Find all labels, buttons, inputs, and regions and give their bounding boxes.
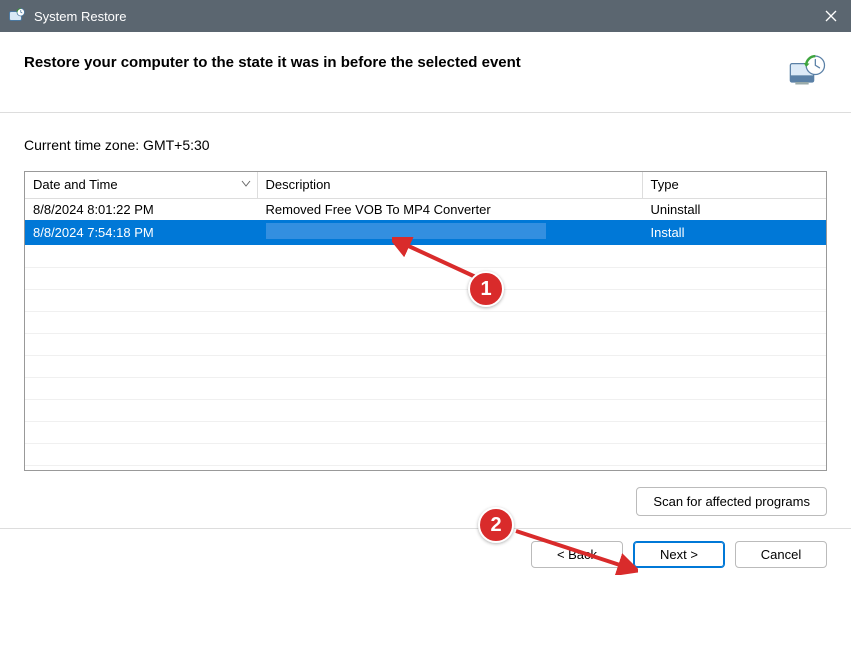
column-header-type-label: Type [651,177,679,192]
table-row [25,443,826,465]
column-header-description-label: Description [266,177,331,192]
system-restore-icon [8,7,26,25]
table-row [25,377,826,399]
table-row [25,421,826,443]
table-row [25,399,826,421]
header-row: Restore your computer to the state it wa… [0,32,851,113]
annotation-badge-1: 1 [468,271,504,307]
restore-icon [787,52,827,92]
column-header-type[interactable]: Type [642,172,826,198]
page-heading: Restore your computer to the state it wa… [24,52,775,71]
cell-datetime: 8/8/2024 8:01:22 PM [25,198,257,220]
sort-indicator-icon [241,176,251,191]
cell-type: Uninstall [642,198,826,220]
timezone-label: Current time zone: GMT+5:30 [24,137,827,153]
footer-buttons: < Back Next > Cancel [0,528,851,580]
scan-affected-programs-button[interactable]: Scan for affected programs [636,487,827,516]
cell-type: Install [642,220,826,245]
table-row [25,311,826,333]
table-row [25,355,826,377]
close-button[interactable] [811,0,851,32]
table-row [25,333,826,355]
table-row [25,289,826,311]
cancel-button[interactable]: Cancel [735,541,827,568]
annotation-badge-2: 2 [478,507,514,543]
table-row[interactable]: 8/8/2024 8:01:22 PM Removed Free VOB To … [25,198,826,220]
window-title: System Restore [34,9,811,24]
cell-description: Removed Free VOB To MP4 Converter [257,198,642,220]
cell-datetime: 8/8/2024 7:54:18 PM [25,220,257,245]
titlebar: System Restore [0,0,851,32]
column-header-description[interactable]: Description [257,172,642,198]
annotation-arrow-2 [508,523,638,575]
next-button[interactable]: Next > [633,541,725,568]
content-area: Restore your computer to the state it wa… [0,32,851,580]
restore-points-table: Date and Time Description Type 8/8/2024 … [24,171,827,471]
column-header-datetime[interactable]: Date and Time [25,172,257,198]
column-header-datetime-label: Date and Time [33,177,118,192]
body-area: Current time zone: GMT+5:30 Date and Tim… [0,113,851,528]
